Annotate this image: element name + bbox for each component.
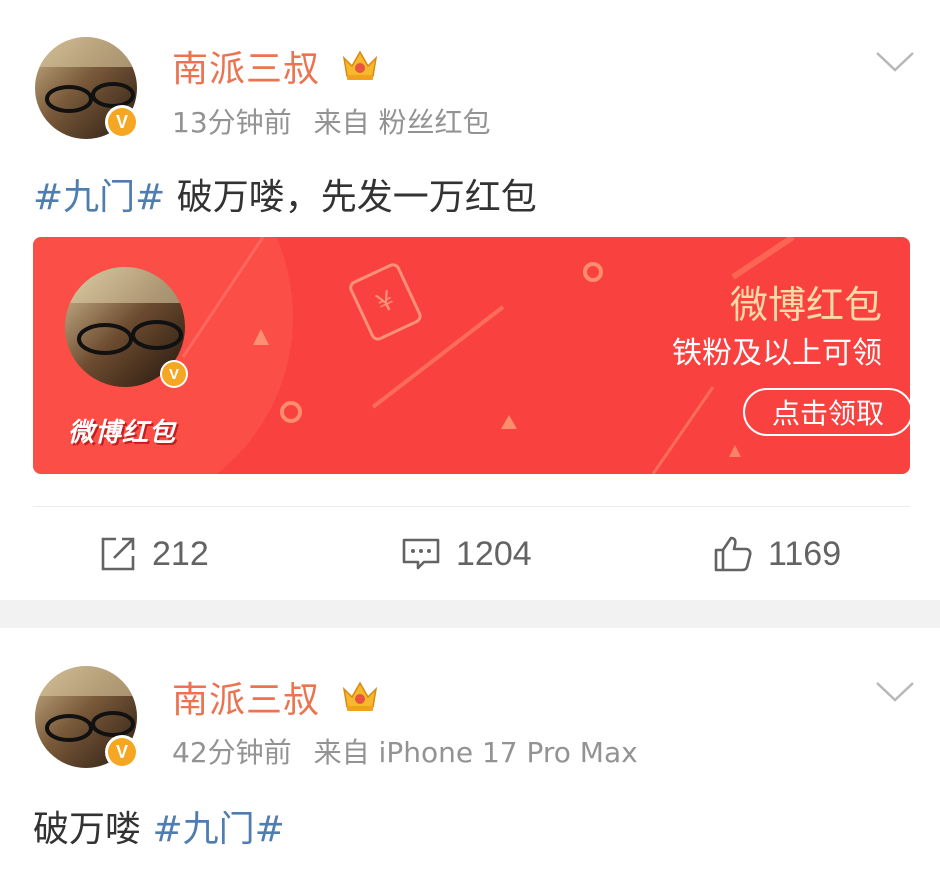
- post-content: 破万喽 #九门#: [33, 800, 285, 852]
- comment-icon: [402, 538, 440, 570]
- post-content: #九门# 破万喽，先发一万红包: [33, 168, 537, 220]
- verified-badge-icon: V: [160, 360, 188, 388]
- red-packet-brand: 微博红包: [68, 418, 177, 448]
- post-meta: 42分钟前 来自 iPhone 17 Pro Max: [172, 731, 638, 771]
- post-source[interactable]: 来自 粉丝红包: [314, 106, 491, 139]
- like-button[interactable]: 1169: [712, 532, 841, 576]
- feed-post-2: V 南派三叔 42分钟前 来自 iPhone 17 Pro Max 破万喽 #九门…: [0, 628, 940, 869]
- red-packet-subtitle: 铁粉及以上可领: [672, 336, 882, 371]
- like-count: 1169: [768, 534, 842, 573]
- chevron-down-icon[interactable]: [875, 680, 915, 704]
- username[interactable]: 南派三叔: [172, 40, 320, 92]
- repost-count: 212: [152, 534, 209, 573]
- repost-button[interactable]: 212: [98, 532, 209, 576]
- topic-link[interactable]: #九门#: [33, 177, 165, 218]
- comment-button[interactable]: 1204: [400, 532, 532, 576]
- svg-text:¥: ¥: [372, 286, 400, 320]
- crown-icon: [340, 44, 380, 84]
- post-time: 13分钟前: [172, 106, 292, 139]
- red-packet-title: 微博红包: [729, 283, 882, 327]
- post-body: 破万喽: [33, 809, 142, 850]
- like-icon: [714, 536, 752, 572]
- username[interactable]: 南派三叔: [172, 671, 320, 723]
- repost-icon: [101, 537, 135, 571]
- feed-separator: [0, 600, 940, 628]
- comment-count: 1204: [456, 534, 532, 573]
- crown-icon: [340, 675, 380, 715]
- verified-badge-icon: V: [105, 735, 139, 769]
- post-source[interactable]: 来自 iPhone 17 Pro Max: [314, 736, 638, 769]
- feed-post-1: V 南派三叔 13分钟前 来自 粉丝红包 #九门# 破万喽，先发一万红包 ¥ V…: [0, 0, 940, 600]
- post-body: 破万喽，先发一万红包: [176, 177, 537, 218]
- topic-link[interactable]: #九门#: [152, 809, 284, 850]
- post-meta: 13分钟前 来自 粉丝红包: [172, 101, 491, 141]
- post-time: 42分钟前: [172, 736, 292, 769]
- claim-button[interactable]: 点击领取: [743, 388, 913, 436]
- divider: [33, 506, 910, 507]
- verified-badge-icon: V: [105, 105, 139, 139]
- chevron-down-icon[interactable]: [875, 50, 915, 74]
